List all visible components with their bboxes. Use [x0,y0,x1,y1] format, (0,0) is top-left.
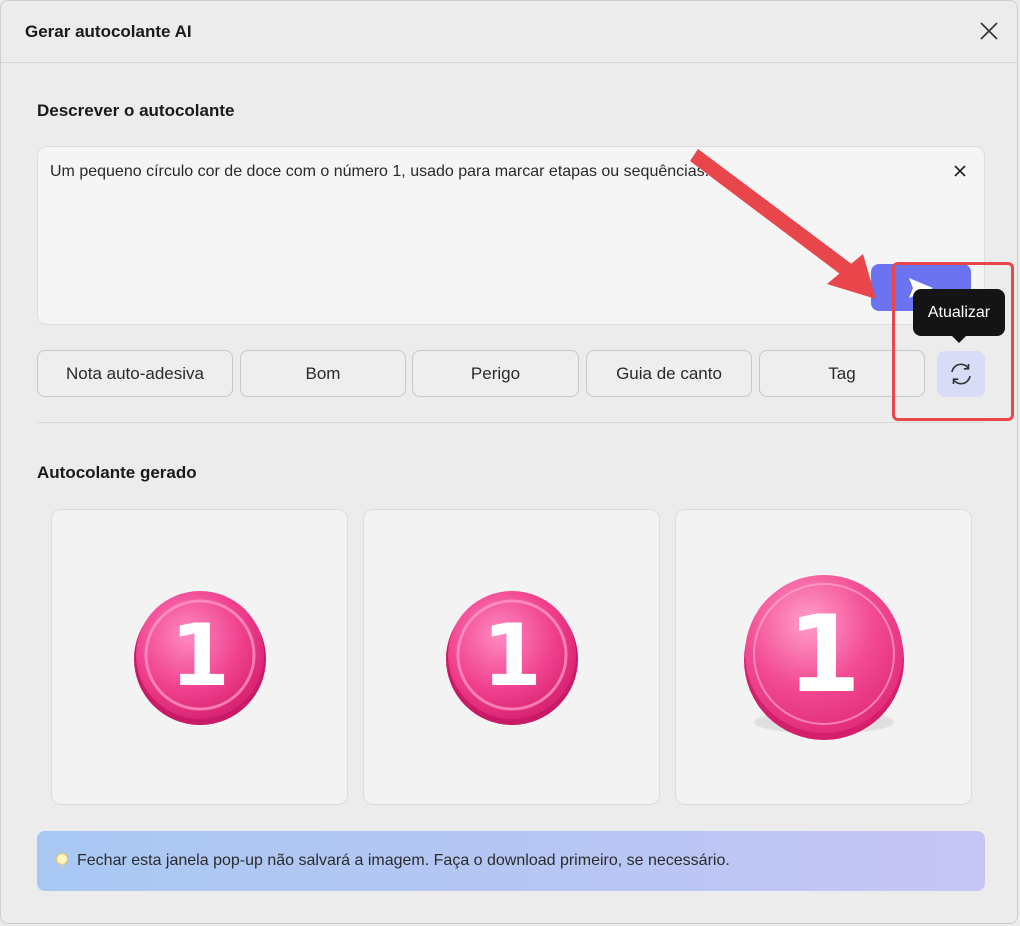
dialog-title: Gerar autocolante AI [25,22,192,41]
clear-prompt-button[interactable] [950,161,970,181]
generated-label: Autocolante gerado [37,463,197,482]
generate-sticker-dialog: Gerar autocolante AI Descrever o autocol… [0,0,1018,924]
prompt-text[interactable]: Um pequeno círculo cor de doce com o núm… [50,163,930,181]
clear-icon [954,165,966,177]
refresh-icon [951,363,971,385]
notice-text: Fechar esta janela pop-up não salvará a … [77,852,730,869]
sticker-card-1[interactable]: 1 [51,509,348,805]
sticker-card-3[interactable]: 1 [675,509,972,805]
chip-tag[interactable]: Tag [759,350,925,397]
close-icon [980,22,998,40]
sticker-number: 1 [482,606,542,706]
section-divider [37,422,985,423]
chip-corner-guide[interactable]: Guia de canto [586,350,752,397]
sticker-card-2[interactable]: 1 [363,509,660,805]
sticker-number: 1 [170,606,230,706]
title-bar: Gerar autocolante AI [1,1,1017,63]
sticker-number: 1 [787,593,861,716]
lightbulb-icon [55,852,69,870]
prompt-textarea[interactable]: Um pequeno círculo cor de doce com o núm… [37,146,985,325]
tooltip-arrow [951,335,967,343]
pink-number-one-sticker-icon: 1 [743,575,904,740]
chip-sticky-note[interactable]: Nota auto-adesiva [37,350,233,397]
refresh-button[interactable] [937,351,985,397]
pink-number-one-sticker-icon: 1 [445,591,578,725]
chip-good[interactable]: Bom [240,350,406,397]
refresh-tooltip: Atualizar [913,289,1005,336]
close-button[interactable] [975,17,1003,45]
describe-label: Descrever o autocolante [37,101,235,120]
chip-danger[interactable]: Perigo [412,350,579,397]
pink-number-one-sticker-icon: 1 [133,591,266,725]
info-notice: Fechar esta janela pop-up não salvará a … [37,831,985,891]
